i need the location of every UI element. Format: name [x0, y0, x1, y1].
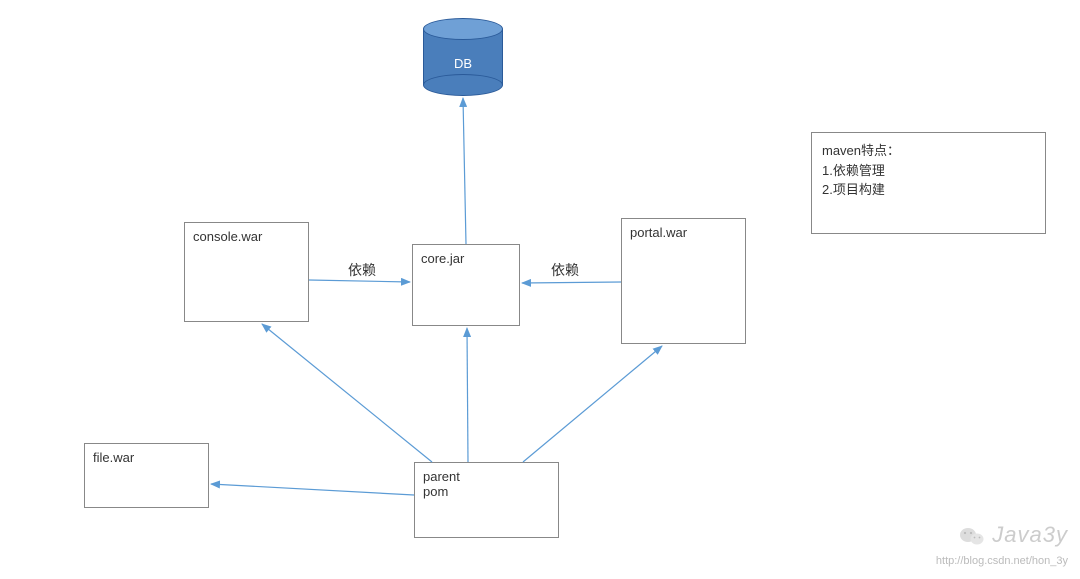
watermark-brand: Java3y [992, 522, 1068, 547]
note-title: maven特点： [822, 141, 1035, 161]
edge-label-portal-core: 依赖 [551, 260, 579, 280]
portal-war-label: portal.war [630, 225, 687, 240]
edge-label-console-core: 依赖 [348, 260, 376, 280]
core-jar-label: core.jar [421, 251, 464, 266]
watermark: Java3y http://blog.csdn.net/hon_3y [936, 517, 1068, 571]
portal-war-box: portal.war [621, 218, 746, 344]
note-line1: 1.依赖管理 [822, 161, 1035, 181]
db-label: DB [423, 56, 503, 71]
wechat-icon [959, 525, 985, 554]
file-war-label: file.war [93, 450, 134, 465]
maven-note-box: maven特点： 1.依赖管理 2.项目构建 [811, 132, 1046, 234]
file-war-box: file.war [84, 443, 209, 508]
console-war-label: console.war [193, 229, 262, 244]
note-line2: 2.项目构建 [822, 180, 1035, 200]
db-cylinder: DB [423, 18, 503, 96]
parent-label-line2: pom [423, 484, 550, 499]
watermark-url: http://blog.csdn.net/hon_3y [936, 553, 1068, 571]
parent-pom-box: parent pom [414, 462, 559, 538]
console-war-box: console.war [184, 222, 309, 322]
parent-label-line1: parent [423, 469, 550, 484]
core-jar-box: core.jar [412, 244, 520, 326]
